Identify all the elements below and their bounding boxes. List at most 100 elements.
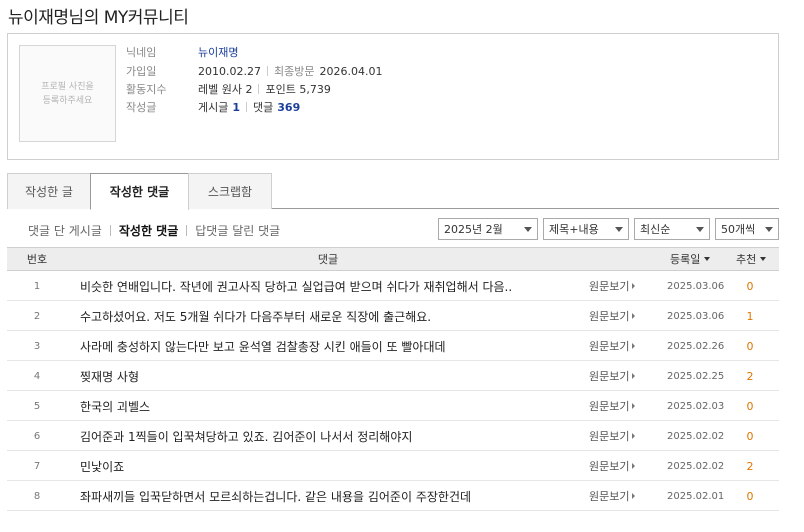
search-scope-value: 제목+내용: [549, 223, 599, 236]
per-page-select[interactable]: 50개씩: [715, 218, 779, 240]
comment-count[interactable]: 369: [277, 101, 300, 114]
row-recommend-count: 2: [746, 459, 754, 473]
comment-text-link[interactable]: 김어준과 1찍들이 입꾹쳐당하고 있죠. 김어준이 나서서 정리해야지: [80, 421, 580, 451]
chevron-down-icon: [615, 227, 623, 232]
arrow-right-icon: [632, 433, 636, 439]
joined-date: 2010.02.27: [198, 64, 261, 78]
view-original-label: 원문보기: [589, 460, 630, 473]
view-original-link[interactable]: 원문보기: [589, 301, 649, 331]
row-number: 4: [33, 370, 41, 382]
view-original-label: 원문보기: [589, 340, 630, 353]
view-original-link[interactable]: 원문보기: [589, 331, 649, 361]
row-date: 2025.03.06: [667, 310, 725, 322]
points-value: 포인트 5,739: [265, 83, 331, 96]
row-number: 1: [33, 280, 41, 292]
header-no: 번호: [26, 253, 48, 266]
profile-photo-placeholder[interactable]: 프로필 사진을 등록하주세요: [19, 45, 116, 142]
divider: [246, 102, 248, 112]
subnav-written-comments[interactable]: 작성한 댓글: [119, 222, 178, 239]
row-number: 3: [33, 340, 41, 352]
post-count-label: 게시글: [198, 101, 229, 114]
row-recommend-count: 0: [746, 489, 754, 503]
row-date: 2025.02.26: [667, 340, 725, 352]
view-original-link[interactable]: 원문보기: [589, 271, 649, 301]
subnav-replied-comments[interactable]: 답댓글 달린 댓글: [195, 222, 280, 239]
sort-select[interactable]: 최신순: [634, 218, 710, 240]
table-row: 3 사라메 충성하지 않는다만 보고 윤석열 검찰총장 시킨 애들이 또 빨아대데…: [7, 331, 779, 361]
arrow-right-icon: [632, 283, 636, 289]
view-original-label: 원문보기: [589, 280, 630, 293]
view-original-label: 원문보기: [589, 310, 630, 323]
view-original-link[interactable]: 원문보기: [589, 361, 649, 391]
sort-select-value: 최신순: [640, 223, 671, 236]
table-row: 5 한국의 괴벨스 원문보기 2025.02.03 0: [7, 391, 779, 421]
comment-text-link[interactable]: 민낯이죠: [80, 451, 580, 481]
view-original-link[interactable]: 원문보기: [589, 391, 649, 421]
view-original-label: 원문보기: [589, 370, 630, 383]
comment-text-link[interactable]: 한국의 괴벨스: [80, 391, 580, 421]
comment-text-link[interactable]: 수고하셨어요. 저도 5개월 쉬다가 다음주부터 새로운 직장에 출근해요.: [80, 301, 580, 331]
post-count[interactable]: 1: [232, 101, 240, 114]
comment-text-link[interactable]: 찢재명 사형: [80, 361, 580, 391]
row-recommend-count: 0: [746, 339, 754, 353]
nickname-label: 닉네임: [126, 46, 157, 59]
tab-scrap[interactable]: 스크랩함: [188, 173, 272, 209]
table-row: 2 수고하셨어요. 저도 5개월 쉬다가 다음주부터 새로운 직장에 출근해요. 원…: [7, 301, 779, 331]
header-date-label: 등록일: [670, 253, 701, 266]
tab-bar: 작성한 글 작성한 댓글 스크랩함: [7, 173, 779, 210]
comment-count-label: 댓글: [253, 101, 274, 114]
page-title: 뉴이재명님의 MY커뮤니티: [8, 8, 189, 28]
arrow-right-icon: [632, 313, 636, 319]
subnav-commented-posts[interactable]: 댓글 단 게시글: [28, 222, 102, 239]
posts-label: 작성글: [126, 101, 157, 114]
row-recommend-count: 0: [746, 279, 754, 293]
view-original-link[interactable]: 원문보기: [589, 451, 649, 481]
arrow-right-icon: [632, 373, 636, 379]
tab-written-posts[interactable]: 작성한 글: [7, 173, 91, 209]
view-original-link[interactable]: 원문보기: [589, 481, 649, 511]
joined-label: 가입일: [126, 65, 157, 78]
row-date: 2025.02.01: [667, 490, 725, 502]
month-select-value: 2025년 2월: [444, 223, 503, 236]
arrow-right-icon: [632, 493, 636, 499]
sort-down-icon: [704, 257, 711, 261]
row-recommend-count: 0: [746, 429, 754, 443]
profile-nickname-row: 닉네임 뉴이재명: [126, 43, 238, 61]
level-value: 레벨 원사 2: [198, 83, 253, 96]
sort-down-icon: [760, 257, 767, 261]
chevron-down-icon: [524, 227, 532, 232]
search-scope-select[interactable]: 제목+내용: [543, 218, 629, 240]
row-date: 2025.03.06: [667, 280, 725, 292]
activity-label: 활동지수: [126, 83, 167, 96]
chevron-down-icon: [696, 227, 704, 232]
comment-text-link[interactable]: 비슷한 연배입니다. 작년에 권고사직 당하고 실업급여 받으며 쉬다가 재취업…: [80, 271, 580, 301]
arrow-right-icon: [632, 403, 636, 409]
comment-text-link[interactable]: 사라메 충성하지 않는다만 보고 윤석열 검찰총장 시킨 애들이 또 빨아대데: [80, 331, 580, 361]
table-row: 7 민낯이죠 원문보기 2025.02.02 2: [7, 451, 779, 481]
row-recommend-count: 1: [746, 309, 754, 323]
header-date-sort[interactable]: 등록일: [670, 248, 711, 270]
last-visit-label: 최종방문: [273, 65, 315, 78]
profile-box: 프로필 사진을 등록하주세요 닉네임 뉴이재명 가입일 2010.02.27 최…: [7, 33, 779, 160]
table-row: 4 찢재명 사형 원문보기 2025.02.25 2: [7, 361, 779, 391]
row-number: 7: [33, 460, 41, 472]
arrow-right-icon: [632, 343, 636, 349]
chevron-down-icon: [765, 227, 773, 232]
row-number: 2: [33, 310, 41, 322]
row-recommend-count: 2: [746, 369, 754, 383]
comment-list: 1 비슷한 연배입니다. 작년에 권고사직 당하고 실업급여 받으며 쉬다가 재취…: [7, 271, 779, 511]
row-number: 6: [33, 430, 41, 442]
row-number: 5: [33, 400, 41, 412]
table-row: 6 김어준과 1찍들이 입꾹쳐당하고 있죠. 김어준이 나서서 정리해야지 원문보기…: [7, 421, 779, 451]
divider: [266, 66, 268, 76]
comment-text-link[interactable]: 좌파새끼들 입꾹닫하면서 모르쇠하는겁니다. 같은 내용을 김어준이 주장한건데: [80, 481, 580, 511]
tab-written-comments[interactable]: 작성한 댓글: [90, 173, 189, 210]
header-recommend-label: 추천: [736, 253, 757, 266]
last-visit-date: 2026.04.01: [319, 64, 383, 78]
nickname-link[interactable]: 뉴이재명: [198, 44, 238, 60]
view-original-label: 원문보기: [589, 490, 630, 503]
month-select[interactable]: 2025년 2월: [438, 218, 538, 240]
view-original-link[interactable]: 원문보기: [589, 421, 649, 451]
header-recommend-sort[interactable]: 추천: [736, 248, 767, 270]
row-date: 2025.02.02: [667, 430, 725, 442]
